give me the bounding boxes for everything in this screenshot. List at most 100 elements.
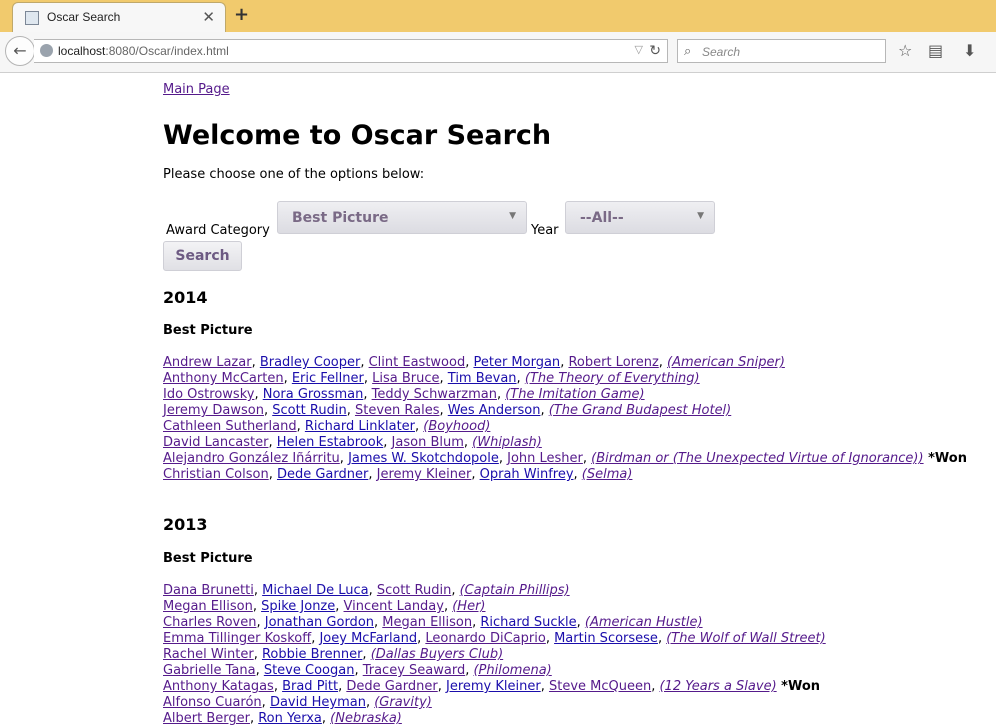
film-link[interactable]: (Nebraska) bbox=[330, 711, 402, 726]
nominee-link[interactable]: Dana Brunetti bbox=[163, 583, 254, 598]
nominee-link[interactable]: Spike Jonze bbox=[261, 599, 335, 614]
nominee-link[interactable]: Richard Linklater bbox=[305, 419, 415, 434]
nominee-link[interactable]: Teddy Schwarzman bbox=[372, 387, 497, 402]
category-heading: Best Picture bbox=[163, 551, 253, 566]
nominee-link[interactable]: Jeremy Dawson bbox=[163, 403, 264, 418]
film-link[interactable]: (12 Years a Slave) bbox=[659, 679, 776, 694]
nominee-link[interactable]: Steve Coogan bbox=[264, 663, 355, 678]
nominee-link[interactable]: Charles Roven bbox=[163, 615, 256, 630]
nominee-link[interactable]: John Lesher bbox=[507, 451, 583, 466]
close-tab-icon[interactable]: ✕ bbox=[202, 8, 215, 26]
film-link[interactable]: (Boyhood) bbox=[423, 419, 490, 434]
nominee-link[interactable]: Jeremy Kleiner bbox=[377, 467, 472, 482]
nomination-row: Christian Colson, Dede Gardner, Jeremy K… bbox=[163, 467, 633, 482]
nominee-link[interactable]: Nora Grossman bbox=[263, 387, 364, 402]
award-category-select[interactable]: Best Picture ▼ bbox=[277, 201, 527, 234]
film-link[interactable]: (The Wolf of Wall Street) bbox=[666, 631, 826, 646]
nominee-link[interactable]: Richard Suckle bbox=[480, 615, 576, 630]
nominee-link[interactable]: Anthony Katagas bbox=[163, 679, 274, 694]
nomination-row: Anthony Katagas, Brad Pitt, Dede Gardner… bbox=[163, 679, 821, 694]
nominee-link[interactable]: Gabrielle Tana bbox=[163, 663, 256, 678]
nominee-link[interactable]: Dede Gardner bbox=[277, 467, 368, 482]
nominee-link[interactable]: Joey McFarland bbox=[319, 631, 417, 646]
nominee-link[interactable]: Leonardo DiCaprio bbox=[425, 631, 545, 646]
nominee-link[interactable]: Scott Rudin bbox=[377, 583, 451, 598]
film-link[interactable]: (Her) bbox=[452, 599, 485, 614]
film-link[interactable]: (Whiplash) bbox=[472, 435, 542, 450]
nominee-link[interactable]: Brad Pitt bbox=[282, 679, 338, 694]
nominee-link[interactable]: Lisa Bruce bbox=[372, 371, 439, 386]
search-button[interactable]: Search bbox=[163, 241, 242, 271]
nominee-link[interactable]: Anthony McCarten bbox=[163, 371, 284, 386]
download-arrow-icon[interactable]: ⬇ bbox=[963, 41, 976, 60]
back-arrow-icon[interactable]: ← bbox=[5, 36, 35, 66]
nominee-link[interactable]: Steven Rales bbox=[355, 403, 440, 418]
reading-list-icon[interactable]: ▤ bbox=[928, 41, 943, 60]
nominee-link[interactable]: Martin Scorsese bbox=[554, 631, 658, 646]
nominee-link[interactable]: Megan Ellison bbox=[382, 615, 472, 630]
history-dropdown-icon[interactable]: ▽ bbox=[635, 43, 643, 56]
nomination-row: Cathleen Sutherland, Richard Linklater, … bbox=[163, 419, 491, 434]
nominee-link[interactable]: Robbie Brenner bbox=[262, 647, 362, 662]
bookmark-star-icon[interactable]: ☆ bbox=[898, 41, 912, 60]
film-link[interactable]: (The Theory of Everything) bbox=[525, 371, 700, 386]
nominee-link[interactable]: Peter Morgan bbox=[473, 355, 560, 370]
nomination-row: Alfonso Cuarón, David Heyman, (Gravity) bbox=[163, 695, 432, 710]
nominee-link[interactable]: Bradley Cooper bbox=[260, 355, 361, 370]
nominee-link[interactable]: James W. Skotchdopole bbox=[348, 451, 499, 466]
film-link[interactable]: (American Hustle) bbox=[585, 615, 703, 630]
film-link[interactable]: (Birdman or (The Unexpected Virtue of Ig… bbox=[591, 451, 923, 466]
address-bar[interactable]: localhost:8080/Oscar/index.html ▽ ↻ bbox=[34, 39, 668, 63]
nominee-link[interactable]: Oprah Winfrey bbox=[480, 467, 574, 482]
nominee-link[interactable]: Alfonso Cuarón bbox=[163, 695, 262, 710]
film-link[interactable]: (Gravity) bbox=[374, 695, 432, 710]
nomination-row: Albert Berger, Ron Yerxa, (Nebraska) bbox=[163, 711, 402, 726]
nominee-link[interactable]: Tracey Seaward bbox=[363, 663, 466, 678]
nominee-link[interactable]: Christian Colson bbox=[163, 467, 269, 482]
nominee-link[interactable]: Scott Rudin bbox=[272, 403, 346, 418]
film-link[interactable]: (Selma) bbox=[582, 467, 633, 482]
nominee-link[interactable]: Tim Bevan bbox=[448, 371, 517, 386]
nominee-link[interactable]: Cathleen Sutherland bbox=[163, 419, 297, 434]
nominee-link[interactable]: David Lancaster bbox=[163, 435, 268, 450]
year-select[interactable]: --All-- ▼ bbox=[565, 201, 715, 234]
nominee-link[interactable]: Ron Yerxa bbox=[258, 711, 322, 726]
main-page-link[interactable]: Main Page bbox=[163, 82, 230, 97]
film-link[interactable]: (Captain Phillips) bbox=[460, 583, 570, 598]
navigation-toolbar: ← localhost:8080/Oscar/index.html ▽ ↻ ⌕ … bbox=[0, 32, 996, 73]
nominee-link[interactable]: Emma Tillinger Koskoff bbox=[163, 631, 311, 646]
nominee-link[interactable]: Andrew Lazar bbox=[163, 355, 252, 370]
nominee-link[interactable]: Michael De Luca bbox=[262, 583, 368, 598]
nominee-link[interactable]: Jonathan Gordon bbox=[265, 615, 374, 630]
intro-text: Please choose one of the options below: bbox=[163, 167, 425, 182]
nomination-row: Rachel Winter, Robbie Brenner, (Dallas B… bbox=[163, 647, 504, 662]
film-link[interactable]: (American Sniper) bbox=[667, 355, 785, 370]
film-link[interactable]: (The Imitation Game) bbox=[505, 387, 644, 402]
new-tab-icon[interactable]: + bbox=[234, 4, 249, 25]
film-link[interactable]: (The Grand Budapest Hotel) bbox=[549, 403, 732, 418]
nominee-link[interactable]: Wes Anderson bbox=[448, 403, 541, 418]
nominee-link[interactable]: Jason Blum bbox=[392, 435, 464, 450]
nominee-link[interactable]: Clint Eastwood bbox=[369, 355, 466, 370]
nominee-link[interactable]: Jeremy Kleiner bbox=[446, 679, 541, 694]
film-link[interactable]: (Dallas Buyers Club) bbox=[371, 647, 504, 662]
nominee-link[interactable]: Albert Berger bbox=[163, 711, 250, 726]
search-input[interactable]: ⌕ Search bbox=[677, 39, 886, 63]
nominee-link[interactable]: Steve McQueen bbox=[549, 679, 651, 694]
nominee-link[interactable]: Alejandro González Iñárritu bbox=[163, 451, 340, 466]
nomination-row: Charles Roven, Jonathan Gordon, Megan El… bbox=[163, 615, 703, 630]
nominee-link[interactable]: Helen Estabrook bbox=[277, 435, 384, 450]
browser-tab[interactable]: Oscar Search ✕ bbox=[12, 2, 226, 33]
nominee-link[interactable]: Vincent Landay bbox=[344, 599, 444, 614]
nominee-link[interactable]: Robert Lorenz bbox=[568, 355, 658, 370]
nominee-link[interactable]: David Heyman bbox=[270, 695, 366, 710]
film-link[interactable]: (Philomena) bbox=[473, 663, 551, 678]
nominee-link[interactable]: Rachel Winter bbox=[163, 647, 254, 662]
nominee-link[interactable]: Ido Ostrowsky bbox=[163, 387, 254, 402]
nominee-link[interactable]: Dede Gardner bbox=[346, 679, 437, 694]
tab-title: Oscar Search bbox=[47, 10, 121, 24]
nominee-link[interactable]: Eric Fellner bbox=[292, 371, 364, 386]
nominee-link[interactable]: Megan Ellison bbox=[163, 599, 253, 614]
category-heading: Best Picture bbox=[163, 323, 253, 338]
reload-icon[interactable]: ↻ bbox=[649, 42, 661, 59]
